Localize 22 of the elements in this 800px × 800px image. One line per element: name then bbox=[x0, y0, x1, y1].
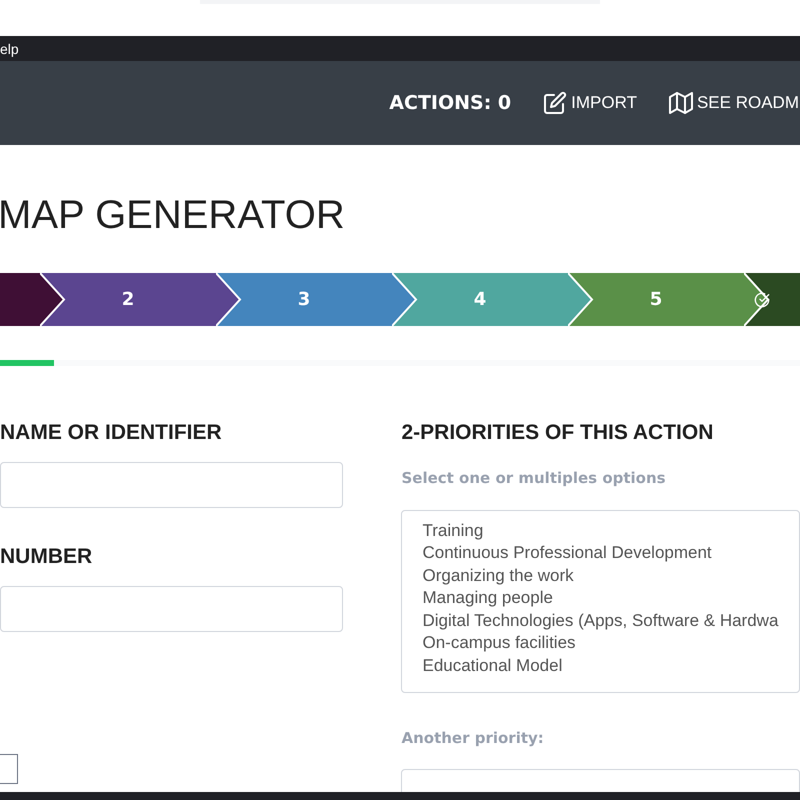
field-label: NUMBER bbox=[0, 546, 94, 567]
menu-item[interactable]: elp bbox=[0, 38, 19, 58]
list-option[interactable]: Organizing the work bbox=[422, 564, 799, 587]
hint-text: Select one or multiples options bbox=[401, 468, 667, 489]
list-option[interactable]: On-campus facilities bbox=[422, 632, 799, 654]
page-title: MAP GENERATOR bbox=[0, 195, 346, 235]
field-label: NAME OR IDENTIFIER bbox=[0, 422, 223, 443]
header-link[interactable]: SEE ROADM bbox=[668, 90, 799, 116]
actions-count: ACTIONS: 0 bbox=[389, 90, 512, 116]
input-field[interactable] bbox=[0, 754, 18, 784]
check-circle-icon bbox=[754, 292, 770, 308]
list-option[interactable]: Digital Technologies (Apps, Software & Hardwa bbox=[422, 610, 799, 632]
list-option[interactable]: Training bbox=[422, 520, 799, 542]
section-heading: 2-PRIORITIES OF THIS ACTION bbox=[401, 422, 714, 443]
field-label: Another priority: bbox=[401, 728, 545, 748]
list-option[interactable]: Managing people bbox=[422, 587, 799, 610]
list-option[interactable]: Continuous Professional Development bbox=[422, 542, 799, 564]
map-icon bbox=[668, 91, 693, 115]
edit-icon bbox=[543, 91, 568, 115]
list-option[interactable]: Educational Model bbox=[422, 654, 799, 677]
header-link[interactable]: IMPORT bbox=[543, 90, 637, 116]
priorities-listbox[interactable]: Training Continuous Professional Development Organizing the work Managing people Digital Technologies (Apps, Software & Hardwa On-campus facilities Educational Model bbox=[401, 510, 800, 692]
